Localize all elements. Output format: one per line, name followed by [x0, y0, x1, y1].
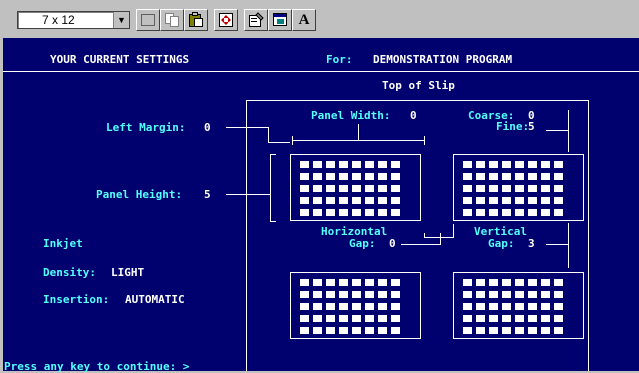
- header-for-label: For:: [326, 53, 353, 66]
- panel-height-dimension: [270, 154, 271, 222]
- panel-bottom-right: [453, 272, 584, 339]
- label-dots: [300, 279, 400, 334]
- panel-width-leader: [358, 124, 359, 140]
- copy-icon: [165, 13, 179, 27]
- label-dots: [463, 161, 563, 216]
- fine-label: Fine:: [496, 120, 530, 133]
- left-margin-tick: [268, 142, 290, 143]
- console-screen: YOUR CURRENT SETTINGS For: DEMONSTRATION…: [3, 38, 639, 373]
- window-icon: [273, 13, 287, 26]
- horizontal-gap-value: 0: [389, 237, 396, 250]
- fine-value: 5: [528, 120, 535, 133]
- horizontal-gap-label: Gap:: [349, 237, 376, 250]
- properties-icon: [249, 12, 264, 27]
- paste-button[interactable]: [184, 9, 208, 31]
- left-margin-label: Left Margin:: [106, 121, 186, 134]
- font-size-select[interactable]: 7 x 12 ▼: [17, 11, 130, 29]
- panel-height-label: Panel Height:: [96, 188, 183, 201]
- panel-width-label: Panel Width:: [311, 109, 391, 122]
- mark-button[interactable]: [136, 9, 160, 31]
- vertical-gap-label: Gap:: [488, 237, 515, 250]
- vertical-gap-dimension: [568, 223, 569, 268]
- horizontal-gap-dimension: [424, 237, 454, 238]
- insertion-value: AUTOMATIC: [125, 293, 185, 306]
- insertion-label: Insertion:: [43, 293, 110, 306]
- continue-prompt[interactable]: Press any key to continue: >: [4, 361, 189, 373]
- toolbar: 7 x 12 ▼ A: [0, 0, 639, 36]
- panel-height-leader: [226, 194, 270, 195]
- copy-button[interactable]: [160, 9, 184, 31]
- left-margin-leader: [226, 127, 268, 128]
- header-divider: [3, 71, 639, 72]
- horizontal-gap-leader: [401, 244, 440, 245]
- label-dots: [300, 161, 400, 216]
- panel-top-left: [290, 154, 421, 221]
- label-dots: [463, 279, 563, 334]
- font-size-value: 7 x 12: [42, 13, 75, 27]
- font-button[interactable]: A: [292, 9, 316, 31]
- panel-width-tick-right: [424, 136, 425, 145]
- full-screen-button[interactable]: [214, 9, 238, 31]
- panel-top-right: [453, 154, 584, 221]
- fine-dimension: [568, 110, 569, 152]
- full-screen-icon: [219, 13, 233, 27]
- fine-leader: [546, 130, 568, 131]
- panel-height-value: 5: [204, 188, 211, 201]
- panel-height-tick-top: [270, 154, 276, 155]
- slip-left-edge: [246, 100, 247, 371]
- horizontal-gap-tick-right: [453, 224, 454, 238]
- top-of-slip-label: Top of Slip: [382, 79, 455, 92]
- chevron-down-icon[interactable]: ▼: [113, 12, 129, 28]
- left-margin-bracket: [268, 127, 269, 142]
- vertical-gap-value: 3: [528, 237, 535, 250]
- slip-top-edge: [246, 100, 589, 101]
- panel-bottom-left: [290, 272, 421, 339]
- printer-type: Inkjet: [43, 237, 83, 250]
- panel-width-tick-left: [292, 136, 293, 145]
- mark-icon: [141, 14, 155, 26]
- panel-width-value: 0: [410, 109, 417, 122]
- panel-height-tick-bottom: [270, 221, 276, 222]
- background-button[interactable]: [268, 9, 292, 31]
- left-margin-value: 0: [204, 121, 211, 134]
- header-title: YOUR CURRENT SETTINGS: [50, 53, 190, 66]
- slip-right-edge: [588, 100, 589, 371]
- header-program-name: DEMONSTRATION PROGRAM: [373, 53, 513, 66]
- properties-button[interactable]: [244, 9, 268, 31]
- panel-width-dimension: [292, 140, 425, 141]
- horizontal-gap-riser: [440, 233, 441, 245]
- font-button-label: A: [298, 11, 310, 28]
- vertical-gap-leader: [546, 244, 568, 245]
- density-value: LIGHT: [111, 266, 145, 279]
- paste-icon: [189, 12, 203, 27]
- density-label: Density:: [43, 266, 96, 279]
